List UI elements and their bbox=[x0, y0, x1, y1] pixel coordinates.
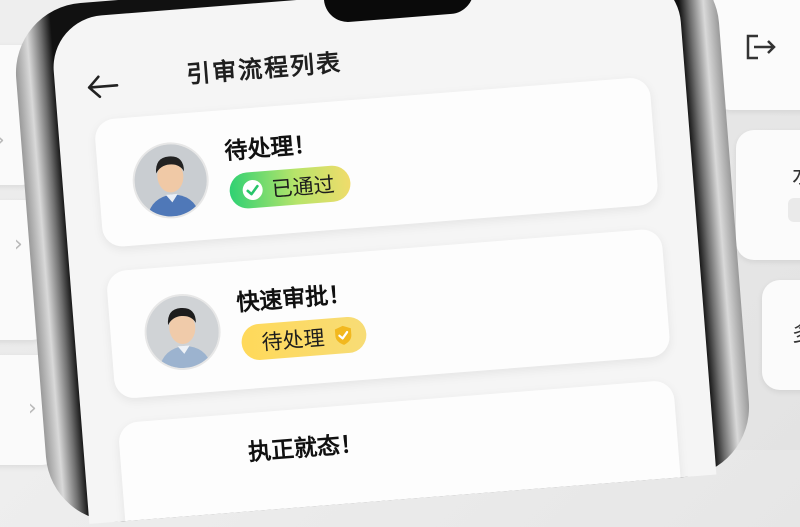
chevron-right-icon: › bbox=[0, 128, 5, 153]
check-circle-icon bbox=[242, 180, 263, 201]
status-label: 待处理 bbox=[260, 325, 326, 355]
list-item[interactable]: 待处理！ 已通过 bbox=[93, 76, 660, 248]
card-title: 执正就态！ bbox=[247, 431, 364, 467]
status-badge: 已通过 bbox=[228, 164, 352, 210]
page-title: 引审流程列表 bbox=[185, 48, 344, 89]
list-item[interactable]: 快速审批！ 待处理 bbox=[105, 228, 671, 400]
phone-mockup: 引审流程列表 待处理！ 已通过 快速审批！ 待处理 执正就态！ bbox=[10, 0, 755, 527]
right-panel-letter: 水 bbox=[792, 158, 800, 190]
chevron-right-icon: › bbox=[14, 232, 23, 257]
right-background-card bbox=[712, 0, 800, 110]
user-avatar bbox=[143, 293, 222, 371]
right-panel-letter: 多 bbox=[792, 316, 800, 348]
card-title: 待处理！ bbox=[223, 131, 318, 166]
status-badge: 待处理 bbox=[240, 315, 368, 362]
card-title: 快速审批！ bbox=[235, 281, 353, 317]
shield-check-icon bbox=[334, 325, 352, 345]
right-background-card: 水 bbox=[736, 130, 800, 260]
chevron-right-icon: › bbox=[28, 396, 37, 421]
phone-notch bbox=[323, 0, 475, 24]
back-arrow-icon[interactable] bbox=[84, 72, 120, 101]
list-item[interactable]: 执正就态！ bbox=[117, 379, 683, 524]
exit-icon bbox=[746, 34, 776, 60]
right-panel-field bbox=[788, 198, 800, 222]
phone-screen: 引审流程列表 待处理！ 已通过 快速审批！ 待处理 执正就态！ bbox=[49, 0, 717, 524]
status-label: 已通过 bbox=[270, 172, 336, 202]
right-background-card: 多 bbox=[762, 280, 800, 390]
user-avatar bbox=[131, 141, 210, 220]
